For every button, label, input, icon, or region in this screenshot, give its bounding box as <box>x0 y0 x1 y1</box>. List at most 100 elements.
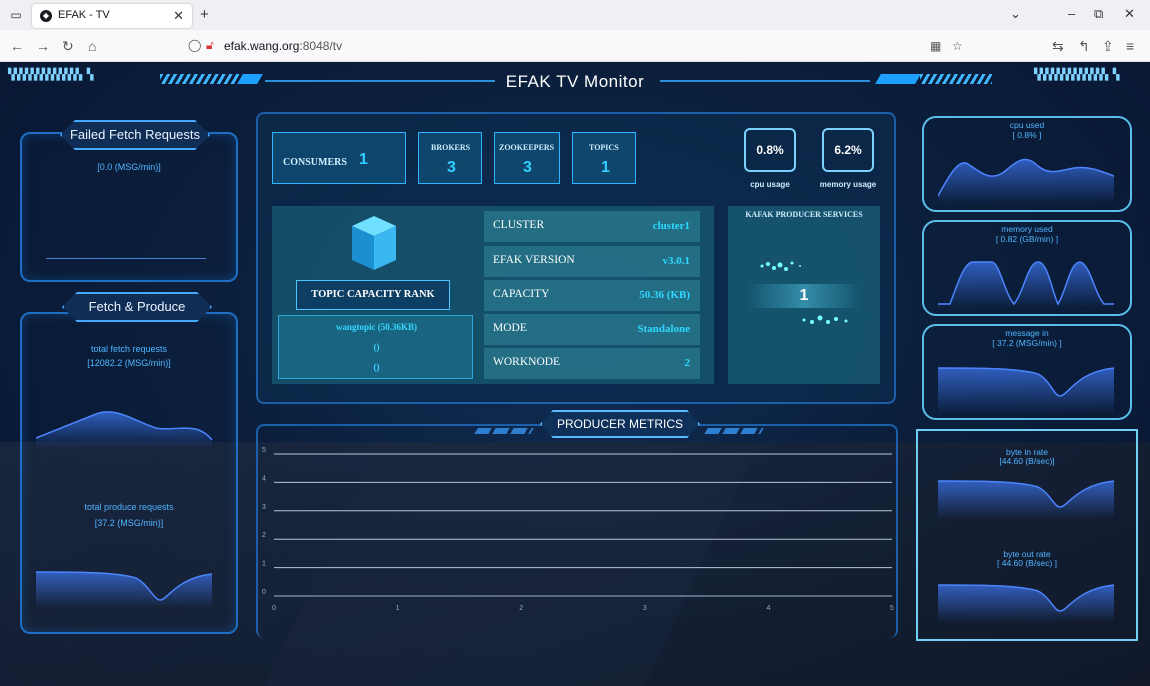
producer-services-box: KAFAK PRODUCER SERVICES 1 <box>728 206 880 384</box>
memory-usage-gauge: 6.2% <box>822 128 874 172</box>
cpu-used-label: cpu used <box>1009 120 1045 130</box>
total-fetch-label: total fetch requests <box>90 344 168 354</box>
forward-icon[interactable]: → <box>36 38 50 54</box>
message-in-label: message in <box>1005 328 1049 338</box>
particle-dots-icon <box>802 315 848 324</box>
cluster-value: cluster1 <box>652 220 690 232</box>
mode-key: MODE <box>493 322 527 334</box>
efak-version-value: v3.0.1 <box>662 255 691 267</box>
url-text[interactable]: efak.wang.org:8048/tv <box>224 39 342 53</box>
total-produce-sparkline <box>36 571 213 608</box>
insecure-lock-icon[interactable]: 🔓︎ <box>206 38 214 53</box>
cpu-usage-gauge: 0.8% <box>744 128 796 172</box>
cube-icon <box>352 216 396 270</box>
header-solid-right <box>875 74 921 84</box>
topics-label: TOPICS <box>589 143 619 152</box>
bookmark-star-icon[interactable]: ☆ <box>952 39 963 53</box>
byte-rate-box: byte in rate [44.60 (B/sec)] byte out ra… <box>916 429 1138 641</box>
total-produce-value: [37.2 (MSG/min)] <box>94 518 164 528</box>
consumers-label: CONSUMERS <box>283 157 347 168</box>
failed-fetch-value: [0.0 (MSG/min)] <box>97 162 161 172</box>
byte-out-sparkline <box>938 584 1115 623</box>
browser-nav-bar: ← → ↻ ⌂ ◯ 🔓︎ efak.wang.org:8048/tv ▦ ☆ ⇆… <box>0 30 1150 62</box>
producer-services-count: 1 <box>746 284 862 308</box>
capacity-value: 50.36 (KB) <box>639 289 690 301</box>
rank-item: () <box>373 362 380 372</box>
cluster-row: CLUSTER cluster1 <box>484 211 700 242</box>
cpu-used-sparkline <box>938 158 1115 204</box>
fetch-produce-title: Fetch & Produce <box>62 292 212 322</box>
share-icon[interactable]: ↰ <box>1078 38 1090 55</box>
worknode-row: WORKNODE 2 <box>484 348 700 379</box>
efak-version-key: EFAK VERSION <box>493 254 575 266</box>
memory-used-card: memory used [ 0.82 (GB/min) ] <box>922 220 1132 316</box>
topics-value: 1 <box>601 159 610 176</box>
particle-dots-icon <box>760 261 801 271</box>
topics-card[interactable]: TOPICS 1 <box>572 132 636 184</box>
url-bar[interactable]: ◯ 🔓︎ efak.wang.org:8048/tv ▦ ☆ <box>180 34 970 58</box>
metrics-deco-right <box>704 428 764 434</box>
worknode-value: 2 <box>684 357 691 369</box>
y-tick-label: 3 <box>262 504 266 511</box>
brokers-value: 3 <box>447 159 456 176</box>
producer-metrics-title: PRODUCER METRICS <box>540 410 700 438</box>
shield-icon[interactable]: ◯ <box>188 38 201 52</box>
x-tick-label: 2 <box>519 605 523 612</box>
failed-fetch-line <box>46 258 206 259</box>
x-tick-label: 3 <box>643 605 647 612</box>
restore-icon[interactable]: ⧉ <box>1094 6 1103 22</box>
brokers-label: BROKERS <box>431 143 471 152</box>
save-icon[interactable]: ⇪ <box>1102 38 1114 55</box>
browser-tab[interactable]: ◆ EFAK - TV ✕ <box>32 4 192 28</box>
producer-metrics-chart: 0 1 2 3 4 5 0 1 2 3 4 5 <box>262 447 894 612</box>
producer-services-title: KAFAK PRODUCER SERVICES <box>745 210 863 219</box>
y-tick-label: 4 <box>262 475 266 482</box>
reload-icon[interactable]: ↻ <box>62 38 74 55</box>
browser-tab-bar: ▭ ◆ EFAK - TV ✕ + ⌄ – ⧉ ✕ <box>0 0 1150 30</box>
rank-item: wangtopic (50.36KB) <box>336 322 417 332</box>
home-icon[interactable]: ⌂ <box>88 38 96 54</box>
tab-list-icon[interactable]: ▭ <box>8 7 24 23</box>
chevron-down-icon[interactable]: ⌄ <box>1010 6 1021 22</box>
new-tab-icon[interactable]: + <box>200 6 209 23</box>
header-line-right <box>660 80 870 82</box>
x-tick-label: 0 <box>272 605 276 612</box>
failed-fetch-title: Failed Fetch Requests <box>60 120 210 150</box>
capacity-key: CAPACITY <box>493 288 550 300</box>
byte-in-sparkline <box>938 480 1115 519</box>
consumers-card[interactable]: CONSUMERS 1 <box>272 132 406 184</box>
dashboard-header: ▚▚▚▚▚▚▚▚▚▚▚▚▚ ▚ EFAK TV Monitor ▚▚▚▚▚▚▚▚… <box>0 62 1150 102</box>
total-produce-label: total produce requests <box>84 502 174 512</box>
close-window-icon[interactable]: ✕ <box>1124 6 1135 22</box>
total-fetch-value: [12082.2 (MSG/min)] <box>87 358 171 368</box>
x-tick-label: 1 <box>396 605 400 612</box>
cpu-used-card: cpu used [ 0.8% ] <box>922 116 1132 212</box>
extensions-icon[interactable]: ⇆ <box>1052 38 1064 55</box>
cluster-key: CLUSTER <box>493 219 545 231</box>
topic-capacity-rank-button[interactable]: TOPIC CAPACITY RANK <box>296 280 450 310</box>
menu-icon[interactable]: ≡ <box>1126 38 1134 54</box>
consumers-value: 1 <box>359 151 368 168</box>
rank-item: () <box>373 342 380 352</box>
brokers-card[interactable]: BROKERS 3 <box>418 132 482 184</box>
y-tick-label: 1 <box>262 561 266 568</box>
header-deco-right: ▚▚▚▚▚▚▚▚▚▚▚▚▚ ▚ <box>1034 68 1119 81</box>
x-tick-label: 5 <box>890 605 894 612</box>
byte-in-value: [44.60 (B/sec)] <box>999 456 1055 466</box>
mode-value: Standalone <box>637 323 690 335</box>
zookeepers-card[interactable]: ZOOKEEPERS 3 <box>494 132 560 184</box>
y-tick-label: 0 <box>262 589 266 596</box>
message-in-value: [ 37.2 (MSG/min) ] <box>992 338 1062 348</box>
minimize-icon[interactable]: – <box>1068 6 1075 21</box>
tab-favicon-icon: ◆ <box>40 10 52 22</box>
memory-usage-label: memory usage <box>819 180 877 189</box>
qr-code-icon[interactable]: ▦ <box>930 39 941 53</box>
efak-version-row: EFAK VERSION v3.0.1 <box>484 246 700 277</box>
capacity-row: CAPACITY 50.36 (KB) <box>484 280 700 311</box>
back-icon[interactable]: ← <box>10 38 24 54</box>
close-tab-icon[interactable]: ✕ <box>173 8 184 24</box>
tab-title: EFAK - TV <box>58 9 110 21</box>
y-tick-label: 5 <box>262 447 266 454</box>
cpu-usage-label: cpu usage <box>750 180 790 189</box>
efak-dashboard: ▚▚▚▚▚▚▚▚▚▚▚▚▚ ▚ EFAK TV Monitor ▚▚▚▚▚▚▚▚… <box>0 62 1150 686</box>
